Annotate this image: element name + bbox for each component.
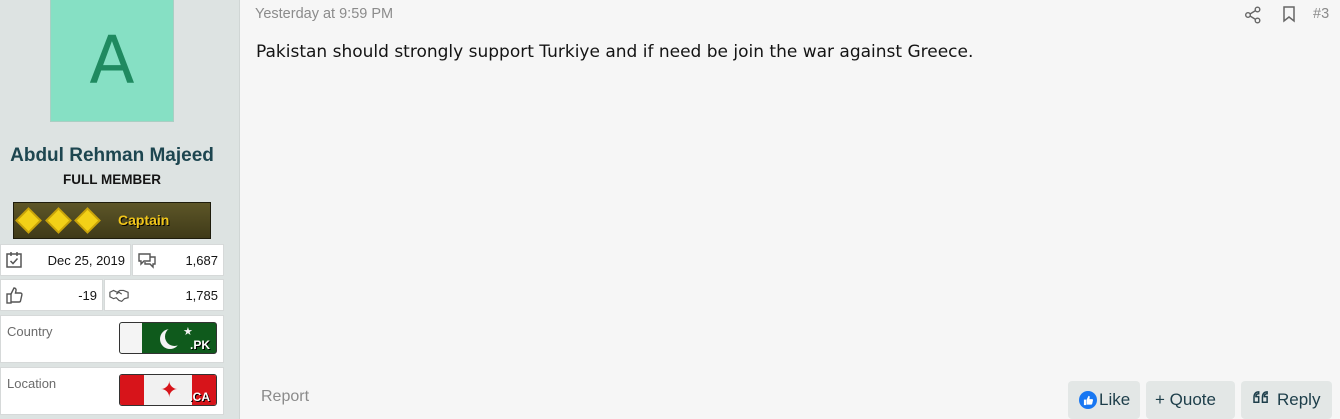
reactions-stat: -19 bbox=[0, 279, 103, 311]
user-title: FULL MEMBER bbox=[63, 172, 161, 187]
post-number[interactable]: #3 bbox=[1313, 6, 1329, 22]
comments-icon bbox=[138, 253, 156, 269]
rank-pip-icon bbox=[17, 209, 40, 232]
joined-date: Dec 25, 2019 bbox=[47, 253, 125, 268]
points-count: 1,785 bbox=[185, 288, 218, 303]
joined-stat: Dec 25, 2019 bbox=[0, 244, 131, 276]
country-label: Country bbox=[7, 324, 53, 339]
points-stat: 1,785 bbox=[104, 279, 224, 311]
avatar[interactable]: A bbox=[50, 0, 174, 122]
reply-label: Reply bbox=[1277, 390, 1321, 409]
post-content: Yesterday at 9:59 PM #3 Pakistan should … bbox=[240, 0, 1340, 419]
user-sidebar: A Abdul Rehman Majeed FULL MEMBER Captai… bbox=[0, 0, 240, 419]
like-icon bbox=[1079, 391, 1097, 409]
location-tld: .CA bbox=[189, 390, 210, 404]
handshake-icon bbox=[109, 289, 129, 303]
username[interactable]: Abdul Rehman Majeed bbox=[0, 145, 224, 167]
reply-button[interactable]: Reply bbox=[1241, 381, 1332, 419]
location-field: Location ✦ .CA bbox=[0, 367, 224, 415]
messages-stat: 1,687 bbox=[132, 244, 224, 276]
quote-button[interactable]: + Quote bbox=[1146, 381, 1235, 419]
pakistan-flag-icon: ★ .PK bbox=[119, 322, 217, 354]
canada-flag-icon: ✦ .CA bbox=[119, 374, 217, 406]
thumbs-up-icon bbox=[6, 287, 23, 304]
country-field: Country ★ .PK bbox=[0, 315, 224, 363]
bookmark-icon[interactable] bbox=[1280, 5, 1298, 23]
location-label: Location bbox=[7, 376, 57, 391]
avatar-letter: A bbox=[89, 21, 135, 99]
quote-label: + Quote bbox=[1155, 390, 1216, 409]
post-timestamp[interactable]: Yesterday at 9:59 PM bbox=[255, 6, 393, 22]
like-button[interactable]: Like bbox=[1068, 381, 1140, 419]
like-label: Like bbox=[1099, 390, 1131, 409]
rank-banner: Captain bbox=[13, 202, 211, 239]
country-tld: .PK bbox=[189, 338, 210, 352]
rank-pip-icon bbox=[47, 209, 70, 232]
post-message: Pakistan should strongly support Turkiye… bbox=[256, 42, 974, 62]
calendar-check-icon bbox=[6, 252, 22, 268]
forum-post: A Abdul Rehman Majeed FULL MEMBER Captai… bbox=[0, 0, 1340, 419]
share-icon[interactable] bbox=[1244, 6, 1262, 24]
reaction-score: -19 bbox=[78, 288, 97, 303]
reply-quote-icon bbox=[1252, 390, 1271, 410]
rank-pip-icon bbox=[76, 209, 99, 232]
rank-label: Captain bbox=[118, 212, 170, 228]
report-link[interactable]: Report bbox=[261, 388, 309, 406]
messages-count: 1,687 bbox=[185, 253, 218, 268]
